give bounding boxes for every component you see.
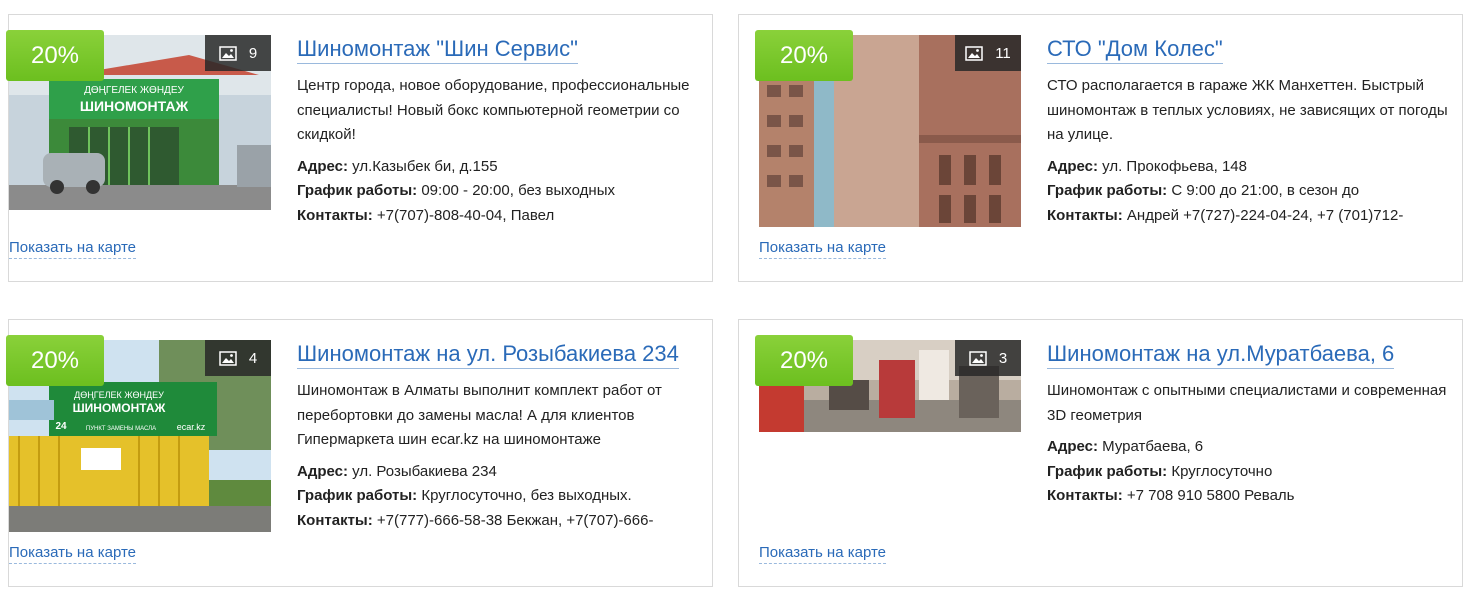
hours-label: График работы: — [1047, 462, 1168, 480]
show-on-map-link[interactable]: Показать на карте — [759, 238, 887, 259]
sign-small-text: ПУНКТ ЗАМЕНЫ МАСЛА — [86, 426, 156, 432]
address-value: ул.Казыбек би, д.155 — [348, 157, 498, 175]
show-on-map-link[interactable]: Показать на карте — [9, 543, 137, 564]
discount-badge: 20% — [6, 30, 104, 81]
hours-line: График работы: 09:00 - 20:00, без выходн… — [297, 179, 702, 204]
hours-value: 09:00 - 20:00, без выходных — [417, 182, 615, 199]
hours-value: С 9:00 до 21:00, в сезон до — [1167, 182, 1360, 199]
contacts-line: Контакты: Андрей +7(727)-224-04-24, +7 (… — [1047, 204, 1452, 229]
address-label: Адрес: — [297, 157, 348, 175]
listing-info: Шиномонтаж "Шин Сервис" Центр города, но… — [297, 35, 702, 228]
contacts-line: Контакты: +7(707)-808-40-04, Павел — [297, 204, 702, 229]
listing-title-link[interactable]: Шиномонтаж на ул.Муратбаева, 6 — [1047, 340, 1395, 369]
listing-info: СТО "Дом Колес" СТО располагается в гара… — [1047, 35, 1452, 228]
photo-count-value: 9 — [248, 44, 258, 62]
hours-label: График работы: — [1047, 182, 1168, 199]
discount-badge: 20% — [6, 335, 104, 386]
listing-title-link[interactable]: Шиномонтаж на ул. Розыбакиева 234 — [297, 340, 679, 369]
show-on-map-link[interactable]: Показать на карте — [759, 543, 887, 564]
contacts-label: Контакты: — [1047, 206, 1123, 224]
listing-title-link[interactable]: Шиномонтаж "Шин Сервис" — [297, 35, 578, 64]
hours-line: График работы: С 9:00 до 21:00, в сезон … — [1047, 179, 1452, 204]
contacts-label: Контакты: — [1047, 487, 1123, 504]
show-on-map-link[interactable]: Показать на карте — [9, 238, 137, 259]
address-label: Адрес: — [297, 462, 348, 480]
hours-value: Круглосуточно, без выходных. — [417, 487, 632, 504]
address-line: Адрес: ул.Казыбек би, д.155 — [297, 155, 702, 180]
listing-description: Шиномонтаж в Алматы выполнит комплект ра… — [297, 382, 662, 448]
sign-24-text: 24 — [55, 421, 67, 432]
contacts-line: Контакты: +7 708 910 5800 Реваль — [1047, 484, 1452, 509]
contacts-value: +7 708 910 5800 Реваль — [1122, 487, 1295, 504]
listing-card-3: 20% ДӨҢГЕЛЕК ЖӨНДЕУ ШИНОМОНТАЖ 24 ПУНКТ … — [6, 319, 713, 587]
discount-badge: 20% — [755, 335, 853, 386]
photo-count-badge[interactable]: 3 — [955, 340, 1021, 376]
photo-count-value: 3 — [998, 349, 1008, 367]
photo-count-badge[interactable]: 4 — [205, 340, 271, 376]
address-label: Адрес: — [1047, 438, 1098, 455]
photo-count-badge[interactable]: 9 — [205, 35, 271, 71]
hours-line: График работы: Круглосуточно, без выходн… — [297, 484, 702, 509]
address-line: Адрес: Муратбаева, 6 — [1047, 435, 1452, 460]
discount-badge: 20% — [755, 30, 853, 81]
address-value: ул. Розыбакиева 234 — [348, 462, 497, 480]
contacts-label: Контакты: — [297, 206, 373, 224]
listing-description: СТО располагается в гараже ЖК Манхеттен.… — [1047, 77, 1448, 143]
photo-count-badge[interactable]: 11 — [955, 35, 1021, 71]
contacts-value: +7(777)-666-58-38 Бекжан, +7(707)-666- — [372, 511, 654, 529]
address-line: Адрес: ул. Прокофьева, 148 — [1047, 155, 1452, 180]
hours-value: Круглосуточно — [1167, 462, 1273, 480]
listing-info: Шиномонтаж на ул. Розыбакиева 234 Шиномо… — [297, 340, 702, 533]
contacts-line: Контакты: +7(777)-666-58-38 Бекжан, +7(7… — [297, 509, 702, 534]
listing-card-2: 20% 11 СТО "Дом Колес" СТО располагается… — [738, 14, 1463, 282]
hours-label: График работы: — [297, 487, 418, 504]
image-icon — [969, 350, 987, 366]
image-icon — [965, 45, 983, 61]
photo-count-value: 4 — [248, 349, 258, 367]
hours-line: График работы: Круглосуточно — [1047, 460, 1452, 485]
listing-card-1: 20% ДӨҢГЕЛЕК ЖӨНДЕУ ШИНОМОНТАЖ 9 Шиномон… — [6, 14, 713, 282]
image-icon — [219, 350, 237, 366]
sign-brand-text: ecar.kz — [177, 422, 206, 432]
sign-top-text: ДӨҢГЕЛЕК ЖӨНДЕУ — [74, 390, 164, 400]
listing-info: Шиномонтаж на ул.Муратбаева, 6 Шиномонта… — [1047, 340, 1452, 509]
sign-main-text: ШИНОМОНТАЖ — [73, 401, 166, 415]
listing-description: Центр города, новое оборудование, профес… — [297, 77, 690, 143]
contacts-value: +7(707)-808-40-04, Павел — [372, 206, 555, 224]
address-label: Адрес: — [1047, 157, 1098, 175]
listing-card-4: 20% 3 Шиномонтаж на ул.Муратбаева, 6 Шин… — [738, 319, 1463, 587]
address-value: Муратбаева, 6 — [1098, 438, 1204, 455]
contacts-value: Андрей +7(727)-224-04-24, +7 (701)712- — [1122, 206, 1404, 224]
hours-label: График работы: — [297, 182, 418, 199]
photo-count-value: 11 — [995, 44, 1011, 62]
address-line: Адрес: ул. Розыбакиева 234 — [297, 460, 702, 485]
image-icon — [219, 45, 237, 61]
listing-description: Шиномонтаж с опытными специалистами и со… — [1047, 382, 1447, 424]
contacts-label: Контакты: — [297, 511, 373, 529]
sign-main-text: ШИНОМОНТАЖ — [80, 98, 189, 114]
listing-title-link[interactable]: СТО "Дом Колес" — [1047, 35, 1223, 64]
sign-top-text: ДӨҢГЕЛЕК ЖӨНДЕУ — [84, 85, 184, 96]
address-value: ул. Прокофьева, 148 — [1098, 157, 1247, 175]
